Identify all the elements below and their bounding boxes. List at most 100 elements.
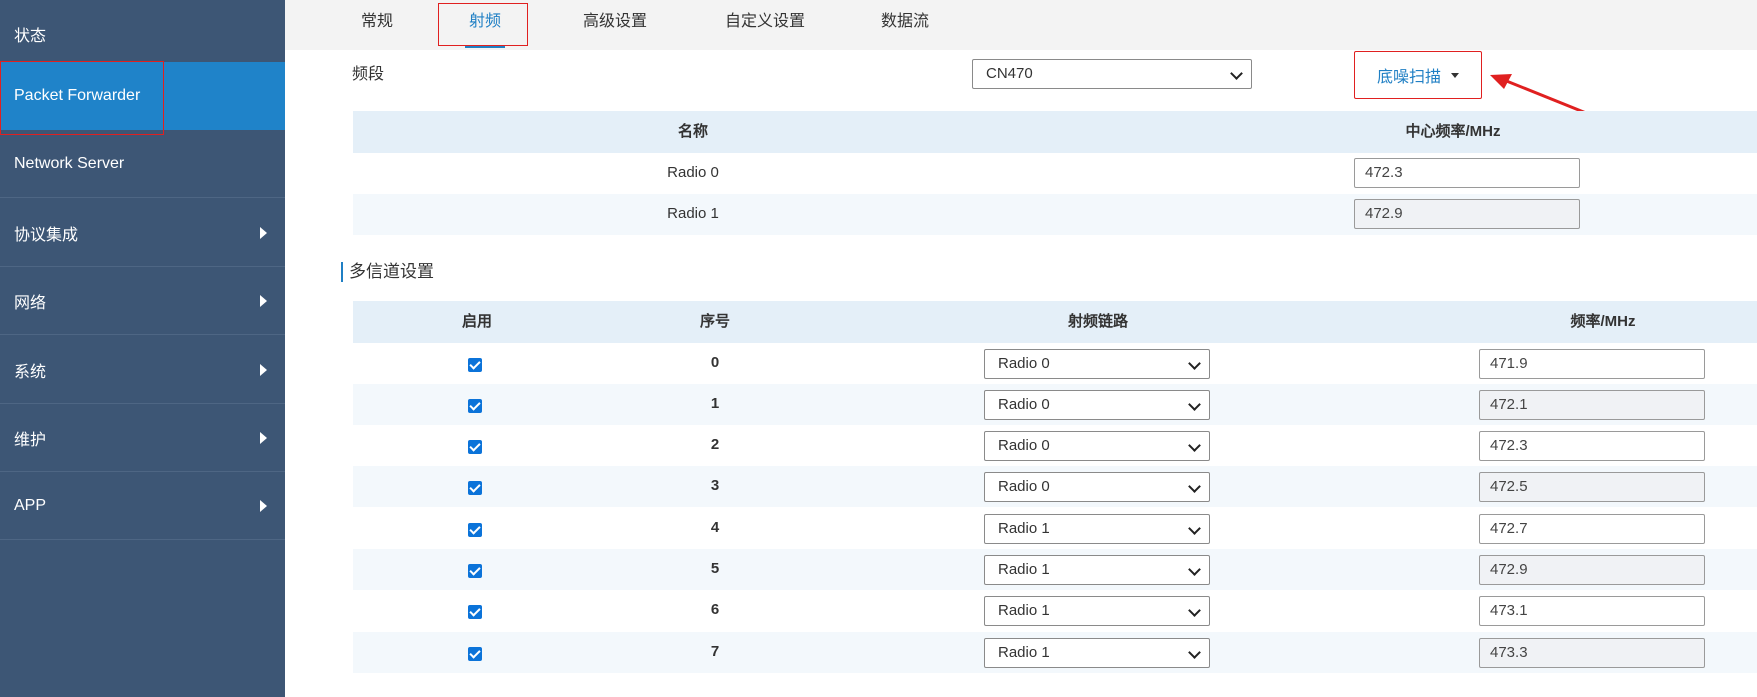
center-freq-input[interactable]: 472.9 [1354, 199, 1580, 229]
enable-checkbox[interactable] [468, 481, 482, 495]
table-row: 1 Radio 0 472.1 [353, 384, 1757, 425]
channel-index: 0 [710, 354, 720, 371]
channel-index: 2 [710, 436, 720, 453]
channel-index: 6 [710, 601, 720, 618]
radio-chain-select[interactable]: Radio 0 [984, 431, 1210, 461]
sidebar-item-label: 协议集成 [14, 226, 79, 244]
active-tab-indicator [465, 46, 505, 48]
sidebar-item-status[interactable]: 状态 [0, 0, 285, 68]
channel-freq-input[interactable]: 472.1 [1479, 390, 1705, 420]
sidebar-item-label: 状态 [14, 27, 47, 45]
chevron-right-icon [260, 226, 267, 239]
table-row: 0 Radio 0 471.9 [353, 343, 1757, 384]
tab-data-stream[interactable]: 数据流 [875, 0, 935, 44]
table-row: 5 Radio 1 472.9 [353, 549, 1757, 590]
column-header-radio-chain: 射频链路 [1067, 313, 1128, 330]
radio-chain-value: Radio 1 [998, 644, 1050, 661]
channel-index: 3 [710, 477, 720, 494]
sidebar-item-maintenance[interactable]: 维护 [0, 404, 285, 472]
chevron-down-icon [1230, 67, 1243, 80]
tab-custom[interactable]: 自定义设置 [715, 0, 815, 44]
noise-scan-label: 底噪扫描 [1376, 69, 1441, 86]
enable-checkbox[interactable] [468, 564, 482, 578]
radio-chain-select[interactable]: Radio 0 [984, 349, 1210, 379]
radio-table-header: 名称 中心频率/MHz [353, 111, 1757, 153]
column-header-center-freq: 中心频率/MHz [1405, 123, 1501, 140]
sidebar-item-network[interactable]: 网络 [0, 267, 285, 335]
sidebar-item-packet-forwarder[interactable]: Packet Forwarder [0, 62, 285, 130]
chevron-down-icon [1188, 398, 1201, 411]
center-freq-input[interactable]: 472.3 [1354, 158, 1580, 188]
sidebar-item-label: Network Server [14, 154, 125, 172]
chevron-right-icon [260, 294, 267, 307]
sidebar-item-label: 维护 [14, 431, 47, 449]
table-row: 3 Radio 0 472.5 [353, 466, 1757, 507]
channel-index: 5 [710, 560, 720, 577]
channel-index: 7 [710, 643, 720, 660]
tab-advanced[interactable]: 高级设置 [575, 0, 655, 44]
band-label: 频段 [352, 66, 385, 83]
column-header-index: 序号 [699, 313, 730, 330]
channel-index: 1 [710, 395, 720, 412]
band-select[interactable]: CN470 [972, 59, 1252, 89]
sidebar: 状态 Packet Forwarder Network Server 协议集成 … [0, 0, 285, 697]
enable-checkbox[interactable] [468, 399, 482, 413]
column-header-enable: 启用 [461, 313, 492, 330]
table-row: 2 Radio 0 472.3 [353, 425, 1757, 466]
chevron-right-icon [260, 363, 267, 376]
sidebar-item-protocol-integration[interactable]: 协议集成 [0, 199, 285, 267]
channel-index: 4 [710, 519, 720, 536]
radio-chain-select[interactable]: Radio 1 [984, 596, 1210, 626]
enable-checkbox[interactable] [468, 440, 482, 454]
chevron-down-icon [1188, 604, 1201, 617]
enable-checkbox[interactable] [468, 605, 482, 619]
table-row: 6 Radio 1 473.1 [353, 590, 1757, 631]
enable-checkbox[interactable] [468, 358, 482, 372]
table-row: Radio 0 472.3 [353, 153, 1757, 194]
tab-bar: 常规 射频 高级设置 自定义设置 数据流 [285, 0, 1757, 50]
chevron-down-icon [1188, 522, 1201, 535]
channel-freq-input[interactable]: 472.7 [1479, 514, 1705, 544]
tab-general[interactable]: 常规 [355, 0, 399, 44]
chevron-down-icon [1188, 563, 1201, 576]
sidebar-item-app[interactable]: APP [0, 472, 285, 540]
chevron-down-icon [1188, 439, 1201, 452]
radio-chain-select[interactable]: Radio 1 [984, 514, 1210, 544]
radio-chain-select[interactable]: Radio 1 [984, 555, 1210, 585]
radio-name: Radio 0 [667, 164, 719, 181]
tab-radio[interactable]: 射频 [453, 0, 517, 44]
sidebar-item-label: Packet Forwarder [14, 86, 141, 104]
chevron-down-icon [1188, 646, 1201, 659]
channel-freq-input[interactable]: 473.1 [1479, 596, 1705, 626]
radio-chain-select[interactable]: Radio 0 [984, 390, 1210, 420]
column-header-frequency: 频率/MHz [1570, 313, 1636, 330]
radio-chain-select[interactable]: Radio 1 [984, 638, 1210, 668]
radio-chain-value: Radio 1 [998, 520, 1050, 537]
multichannel-table-header: 启用 序号 射频链路 频率/MHz [353, 301, 1757, 343]
channel-freq-input[interactable]: 471.9 [1479, 349, 1705, 379]
radio-name: Radio 1 [667, 205, 719, 222]
channel-freq-input[interactable]: 472.5 [1479, 472, 1705, 502]
table-row: 4 Radio 1 472.7 [353, 508, 1757, 549]
channel-freq-input[interactable]: 473.3 [1479, 638, 1705, 668]
sidebar-item-label: 系统 [14, 363, 47, 381]
caret-down-icon [1451, 72, 1459, 78]
radio-chain-value: Radio 1 [998, 561, 1050, 578]
chevron-right-icon [260, 431, 267, 444]
table-row: Radio 1 472.9 [353, 194, 1757, 235]
chevron-down-icon [1188, 480, 1201, 493]
column-header-name: 名称 [677, 123, 708, 140]
channel-freq-input[interactable]: 472.3 [1479, 431, 1705, 461]
band-select-value: CN470 [986, 65, 1033, 82]
sidebar-item-system[interactable]: 系统 [0, 336, 285, 404]
enable-checkbox[interactable] [468, 647, 482, 661]
enable-checkbox[interactable] [468, 523, 482, 537]
sidebar-item-label: APP [14, 496, 47, 514]
radio-chain-value: Radio 0 [998, 437, 1050, 454]
sidebar-item-network-server[interactable]: Network Server [0, 130, 285, 198]
radio-chain-select[interactable]: Radio 0 [984, 472, 1210, 502]
section-title-multichannel: 多信道设置 [341, 262, 434, 282]
channel-freq-input[interactable]: 472.9 [1479, 555, 1705, 585]
noise-scan-button[interactable]: 底噪扫描 [1354, 51, 1482, 99]
sidebar-item-label: 网络 [14, 294, 47, 312]
